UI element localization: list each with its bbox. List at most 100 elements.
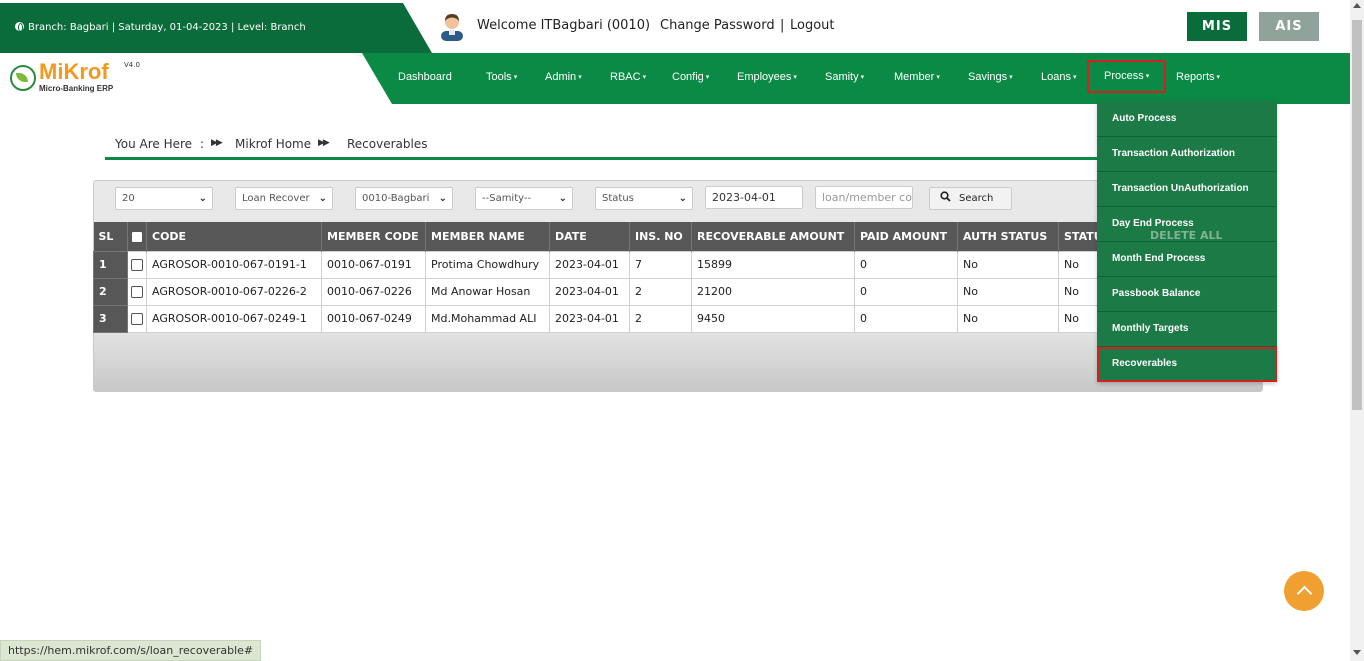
search-button[interactable]: Search	[929, 187, 1012, 210]
user-avatar-icon	[441, 14, 463, 41]
row-auth: No	[957, 277, 1059, 306]
nav-label: Reports	[1176, 71, 1215, 83]
col-member-code: MEMBER CODE	[321, 222, 426, 251]
col-sl: SL	[93, 222, 128, 251]
nav-loans[interactable]: Loans ▾	[1041, 53, 1077, 104]
nav-config[interactable]: Config ▾	[672, 53, 709, 104]
branch-info-text: Branch: Bagbari | Saturday, 01-04-2023 |…	[28, 22, 306, 33]
chevron-down-icon: ⌄	[438, 193, 447, 204]
scrollbar-thumb[interactable]	[1352, 20, 1362, 410]
main-navbar: MiKrof V4.0 Micro-Banking ERP Dashboard …	[0, 53, 1350, 104]
table-row[interactable]: 1 AGROSOR-0010-067-0191-1 0010-067-0191 …	[93, 250, 1117, 279]
table-header-row: SL CODE MEMBER CODE MEMBER NAME DATE INS…	[93, 222, 1117, 251]
nav-label: Loans	[1041, 71, 1071, 83]
date-input[interactable]: 2023-04-01	[705, 186, 803, 209]
row-date: 2023-04-01	[549, 277, 630, 306]
nav-process[interactable]: Process ▾	[1086, 60, 1167, 93]
row-paid: 0	[854, 250, 958, 279]
row-code: AGROSOR-0010-067-0249-1	[146, 304, 322, 333]
caret-down-icon: ▾	[1216, 74, 1221, 81]
page-size-select[interactable]: 20 ⌄	[115, 187, 213, 210]
col-ins-no: INS. NO	[629, 222, 692, 251]
nav-label: Member	[894, 71, 935, 83]
ais-button[interactable]: AIS	[1259, 12, 1319, 41]
samity-select[interactable]: --Samity-- ⌄	[475, 187, 573, 210]
nav-label: Process	[1104, 70, 1144, 82]
menu-item-monthly-targets[interactable]: Monthly Targets	[1097, 312, 1277, 347]
row-ins-no: 7	[629, 250, 692, 279]
row-checkbox[interactable]	[131, 286, 143, 298]
samity-value: --Samity--	[482, 193, 532, 204]
menu-item-month-end-process[interactable]: Month End Process	[1097, 242, 1277, 277]
branch-select[interactable]: 0010-Bagbari ⌄	[355, 187, 453, 210]
chevron-down-icon: ⌄	[558, 193, 567, 204]
logo-name: MiKrof	[39, 59, 109, 84]
row-auth: No	[957, 250, 1059, 279]
row-checkbox[interactable]	[131, 259, 143, 271]
menu-item-recoverables[interactable]: Recoverables	[1097, 347, 1277, 382]
nav-reports[interactable]: Reports ▾	[1176, 53, 1220, 104]
breadcrumb-prefix: You Are Here	[115, 137, 193, 151]
double-arrow-icon: ▶▶	[211, 138, 223, 148]
table-row[interactable]: 2 AGROSOR-0010-067-0226-2 0010-067-0226 …	[93, 277, 1117, 306]
menu-item-passbook-balance[interactable]: Passbook Balance	[1097, 277, 1277, 312]
row-ins-no: 2	[629, 277, 692, 306]
scroll-up-arrow-icon[interactable]	[1353, 3, 1361, 8]
row-select	[127, 304, 147, 333]
nav-label: Admin	[545, 71, 577, 83]
menu-item-transaction-unauthorization[interactable]: Transaction UnAuthorization	[1097, 172, 1277, 207]
row-member-name: Md.Mohammad ALI	[425, 304, 550, 333]
caret-down-icon: ▾	[705, 74, 710, 81]
page-size-value: 20	[122, 193, 135, 204]
row-paid: 0	[854, 277, 958, 306]
delete-all-button[interactable]: DELETE ALL	[1150, 229, 1223, 242]
status-select[interactable]: Status ⌄	[595, 187, 693, 210]
nav-tools[interactable]: Tools ▾	[486, 53, 517, 104]
nav-employees[interactable]: Employees ▾	[737, 53, 797, 104]
caret-down-icon: ▾	[1072, 74, 1077, 81]
nav-label: Savings	[968, 71, 1008, 83]
breadcrumb-home[interactable]: Mikrof Home	[235, 137, 311, 151]
nav-rbac[interactable]: RBAC ▾	[610, 53, 646, 104]
scroll-to-top-button[interactable]	[1284, 571, 1324, 611]
menu-item-transaction-authorization[interactable]: Transaction Authorization	[1097, 137, 1277, 172]
change-password-link[interactable]: Change Password	[660, 18, 775, 33]
status-value: Status	[602, 193, 634, 204]
logout-link[interactable]: Logout	[790, 18, 835, 33]
globe-icon	[15, 22, 24, 32]
scroll-down-arrow-icon[interactable]	[1353, 650, 1361, 655]
double-arrow-icon: ▶▶	[318, 138, 330, 148]
nav-label: Samity	[825, 71, 859, 83]
breadcrumb: You Are Here : ▶▶ Mikrof Home ▶▶ Recover…	[105, 131, 1260, 160]
row-member-code: 0010-067-0249	[321, 304, 426, 333]
row-code: AGROSOR-0010-067-0191-1	[146, 250, 322, 279]
chevron-down-icon: ⌄	[318, 193, 327, 204]
type-select[interactable]: Loan Recover ⌄	[235, 187, 333, 210]
mis-button[interactable]: MIS	[1187, 12, 1247, 41]
col-recoverable-amount: RECOVERABLE AMOUNT	[691, 222, 855, 251]
table-row[interactable]: 3 AGROSOR-0010-067-0249-1 0010-067-0249 …	[93, 304, 1117, 333]
caret-down-icon: ▾	[642, 74, 647, 81]
row-member-code: 0010-067-0191	[321, 250, 426, 279]
search-input[interactable]: loan/member co	[815, 186, 913, 209]
nav-label: Employees	[737, 71, 792, 83]
nav-samity[interactable]: Samity ▾	[825, 53, 864, 104]
logo[interactable]: MiKrof V4.0 Micro-Banking ERP	[0, 53, 392, 104]
row-select	[127, 277, 147, 306]
menu-item-auto-process[interactable]: Auto Process	[1097, 102, 1277, 137]
row-checkbox[interactable]	[131, 313, 143, 325]
logo-leaf-icon	[10, 65, 36, 91]
row-auth: No	[957, 304, 1059, 333]
nav-admin[interactable]: Admin ▾	[545, 53, 582, 104]
nav-member[interactable]: Member ▾	[894, 53, 940, 104]
recoverables-table: SL CODE MEMBER CODE MEMBER NAME DATE INS…	[93, 222, 1117, 333]
select-all-header	[127, 222, 147, 251]
nav-savings[interactable]: Savings ▾	[968, 53, 1013, 104]
search-icon	[940, 191, 951, 202]
nav-label: Dashboard	[398, 71, 452, 83]
row-paid: 0	[854, 304, 958, 333]
select-all-checkbox[interactable]	[131, 230, 143, 243]
nav-dashboard[interactable]: Dashboard	[398, 53, 452, 104]
top-bar: Branch: Bagbari | Saturday, 01-04-2023 |…	[0, 3, 1350, 53]
row-select	[127, 250, 147, 279]
